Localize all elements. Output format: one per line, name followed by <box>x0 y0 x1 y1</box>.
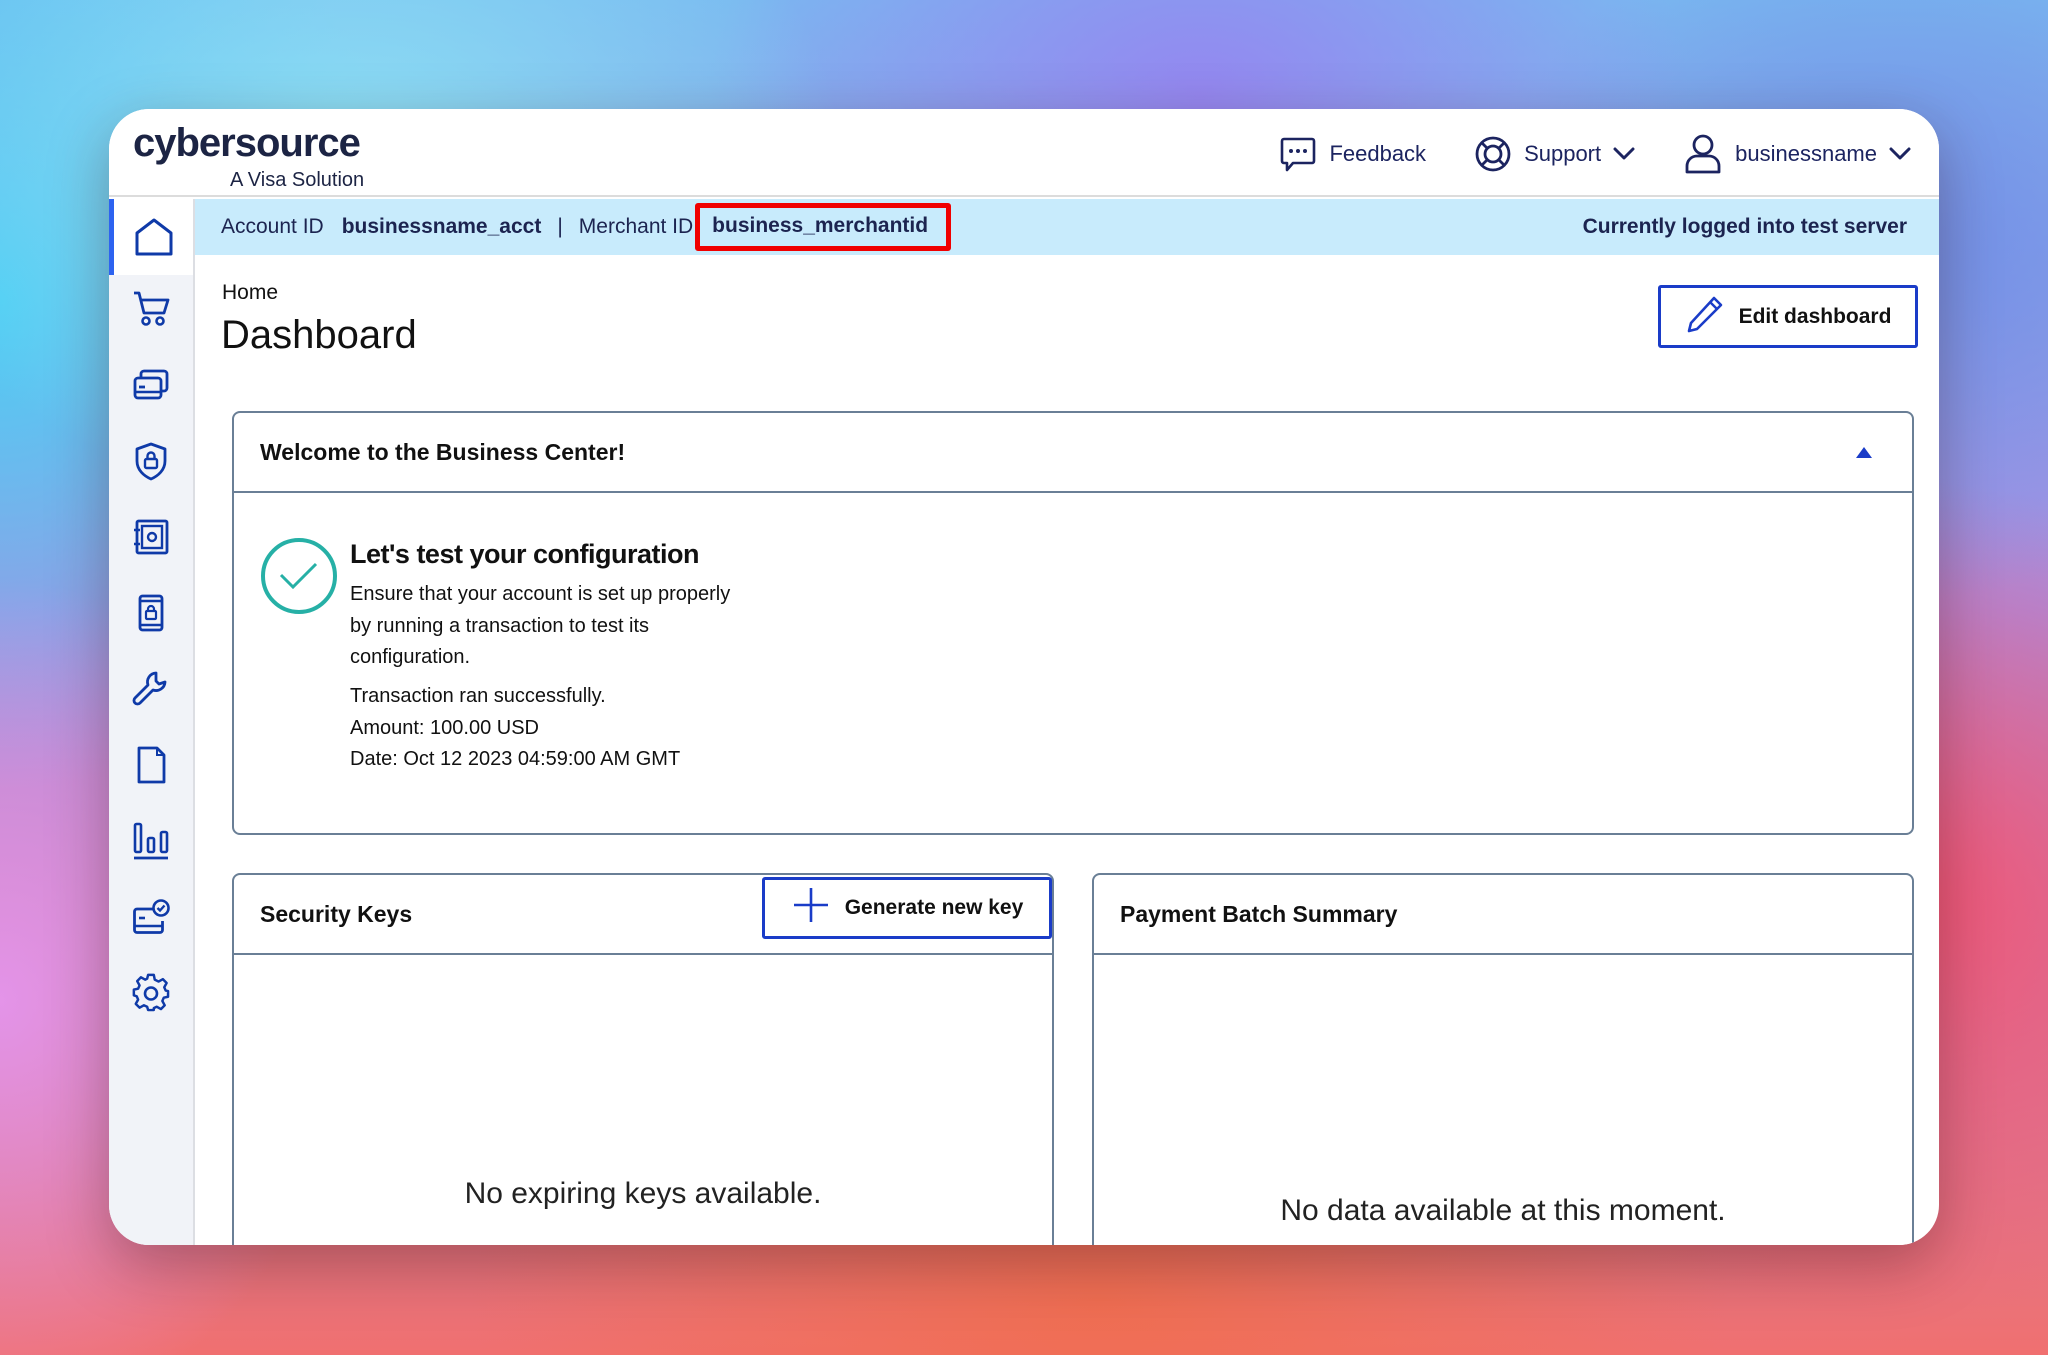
welcome-card: Welcome to the Business Center! Let's te… <box>232 411 1914 835</box>
security-keys-card: Security Keys Generate new key No expiri… <box>232 873 1054 1245</box>
feedback-chat-icon <box>1279 135 1317 173</box>
page-title: Dashboard <box>221 313 417 357</box>
sidebar-item-reports[interactable] <box>109 727 193 803</box>
vault-icon <box>131 517 171 557</box>
app-window: cybersource A Visa Solution Feedback Sup… <box>109 109 1939 1245</box>
sidebar-item-payments[interactable] <box>109 347 193 423</box>
home-icon <box>133 216 175 258</box>
cart-icon <box>131 289 171 329</box>
feedback-link[interactable]: Feedback <box>1279 135 1426 173</box>
sidebar-item-settings[interactable] <box>109 955 193 1031</box>
lifebuoy-icon <box>1474 135 1512 173</box>
server-status-text: Currently logged into test server <box>1582 215 1907 238</box>
sidebar-item-transactions[interactable] <box>109 271 193 347</box>
account-id-value: businessname_acct <box>341 215 542 238</box>
edit-dashboard-label: Edit dashboard <box>1738 304 1892 328</box>
user-menu[interactable]: businessname <box>1683 133 1911 175</box>
welcome-card-title: Welcome to the Business Center! <box>260 438 626 465</box>
mobile-lock-icon <box>131 593 171 633</box>
sidebar-item-fraud[interactable] <box>109 423 193 499</box>
edit-dashboard-button[interactable]: Edit dashboard <box>1658 285 1918 348</box>
config-test-description: Ensure that your account is set up prope… <box>350 583 731 668</box>
no-keys-message: No expiring keys available. <box>464 1177 822 1210</box>
welcome-card-header: Welcome to the Business Center! <box>234 413 1912 493</box>
info-separator: | <box>557 215 563 238</box>
card-check-icon <box>131 897 171 937</box>
account-info-bar: Account ID businessname_acct | Merchant … <box>195 199 1939 255</box>
payment-batch-title: Payment Batch Summary <box>1120 900 1398 927</box>
plus-icon <box>791 885 831 931</box>
breadcrumb-home[interactable]: Home <box>222 281 278 305</box>
payment-batch-summary-card: Payment Batch Summary No data available … <box>1092 873 1914 1245</box>
transaction-status: Transaction ran successfully. <box>350 685 606 707</box>
sidebar-item-payment-config[interactable] <box>109 879 193 955</box>
no-data-message: No data available at this moment. <box>1280 1194 1726 1227</box>
sidebar-item-token-vault[interactable] <box>109 499 193 575</box>
payment-batch-header: Payment Batch Summary <box>1094 875 1912 955</box>
transaction-result: Transaction ran successfully. Amount: 10… <box>350 681 680 776</box>
collapse-caret-up-icon[interactable] <box>1856 447 1872 458</box>
sidebar-item-tools[interactable] <box>109 651 193 727</box>
sidebar-item-analytics[interactable] <box>109 803 193 879</box>
top-header: cybersource A Visa Solution Feedback Sup… <box>109 109 1939 197</box>
sidebar-nav <box>109 199 195 1245</box>
merchant-id-label: Merchant ID <box>578 215 694 238</box>
success-check-icon <box>260 537 338 620</box>
logo-wordmark: cybersource <box>133 121 361 165</box>
cybersource-logo[interactable]: cybersource A Visa Solution <box>133 121 364 191</box>
feedback-label: Feedback <box>1329 141 1427 166</box>
logo-tagline: A Visa Solution <box>230 169 365 191</box>
chevron-down-icon <box>1889 147 1911 161</box>
cards-icon <box>131 365 171 405</box>
sidebar-item-home[interactable] <box>109 199 193 275</box>
security-keys-title: Security Keys <box>260 900 413 927</box>
header-nav: Feedback Support businessname <box>1279 133 1911 175</box>
support-label: Support <box>1524 141 1602 166</box>
transaction-amount: Amount: 100.00 USD <box>350 716 539 739</box>
support-menu[interactable]: Support <box>1474 135 1635 173</box>
gear-icon <box>131 973 171 1013</box>
transaction-date: Date: Oct 12 2023 04:59:00 AM GMT <box>350 748 681 770</box>
user-name-label: businessname <box>1735 141 1877 166</box>
merchant-id-value: business_merchantid <box>695 203 952 251</box>
sidebar-item-mobile-security[interactable] <box>109 575 193 651</box>
account-id-label: Account ID <box>221 215 324 238</box>
document-icon <box>131 745 171 785</box>
user-icon <box>1683 133 1723 175</box>
generate-new-key-label: Generate new key <box>844 896 1024 919</box>
chevron-down-icon <box>1613 147 1635 161</box>
config-test-title: Let's test your configuration <box>350 539 699 569</box>
pencil-icon <box>1685 294 1725 340</box>
security-keys-header: Security Keys Generate new key <box>234 875 1052 955</box>
generate-new-key-button[interactable]: Generate new key <box>762 877 1052 939</box>
bar-chart-icon <box>131 821 171 861</box>
wrench-icon <box>131 669 171 709</box>
shield-lock-icon <box>131 441 171 481</box>
